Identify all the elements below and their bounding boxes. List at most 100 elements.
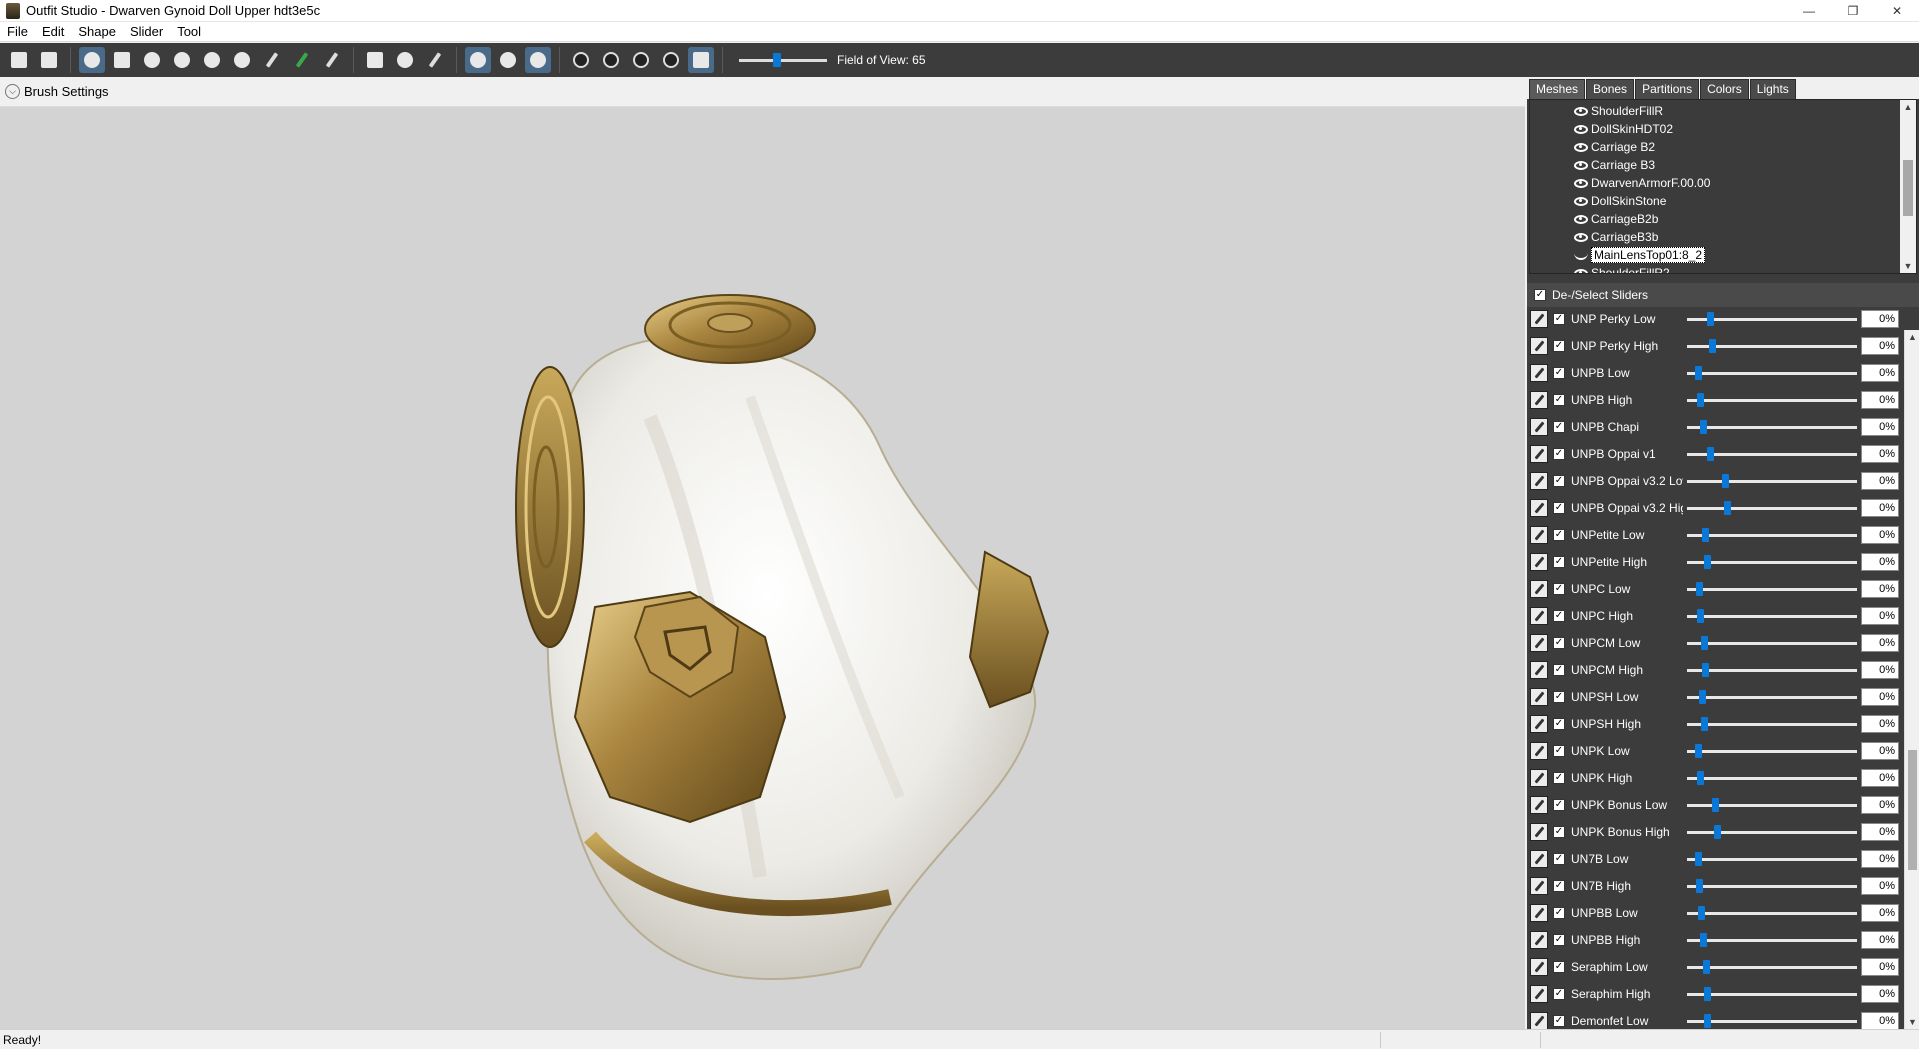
slider-knob[interactable] [1704,987,1711,1001]
mesh-tree-item[interactable]: Carriage B3 [1574,156,1655,174]
mesh-tree-item[interactable]: ShoulderFillR2 [1574,264,1670,273]
slider-checkbox[interactable]: ✓ [1553,610,1565,622]
slider-edit-pencil-icon[interactable] [1530,580,1548,598]
slider-edit-pencil-icon[interactable] [1530,1012,1548,1029]
slider-edit-pencil-icon[interactable] [1530,715,1548,733]
slider-checkbox[interactable]: ✓ [1553,907,1565,919]
slider-track[interactable] [1687,661,1857,679]
slider-edit-pencil-icon[interactable] [1530,472,1548,490]
slider-value-field[interactable]: 0% [1861,634,1899,652]
slider-value-field[interactable]: 0% [1861,985,1899,1003]
slider-value-field[interactable]: 0% [1861,796,1899,814]
mesh-tree-item[interactable]: Carriage B2 [1574,138,1655,156]
slider-checkbox[interactable]: ✓ [1553,421,1565,433]
slider-edit-pencil-icon[interactable] [1530,742,1548,760]
slider-value-field[interactable]: 0% [1861,499,1899,517]
slider-track[interactable] [1687,445,1857,463]
mesh-tree-scroll-thumb[interactable] [1903,160,1913,216]
slider-track[interactable] [1687,715,1857,733]
color-brush-icon[interactable] [259,47,285,73]
slider-checkbox[interactable]: ✓ [1553,880,1565,892]
view-left-icon[interactable] [628,47,654,73]
slider-edit-pencil-icon[interactable] [1530,553,1548,571]
slider-knob[interactable] [1714,825,1721,839]
mesh-model-render[interactable] [500,277,1060,997]
alpha-brush-icon[interactable] [289,47,315,73]
slider-knob[interactable] [1695,744,1702,758]
slider-knob[interactable] [1709,339,1716,353]
slider-knob[interactable] [1724,501,1731,515]
slider-checkbox[interactable]: ✓ [1553,340,1565,352]
slider-checkbox[interactable]: ✓ [1553,745,1565,757]
slider-track[interactable] [1687,418,1857,436]
slider-checkbox[interactable]: ✓ [1553,475,1565,487]
view-back-icon[interactable] [598,47,624,73]
slider-knob[interactable] [1698,906,1705,920]
slider-checkbox[interactable]: ✓ [1553,394,1565,406]
slider-track[interactable] [1687,958,1857,976]
slider-track[interactable] [1687,472,1857,490]
scroll-up-icon[interactable]: ▲ [1900,100,1916,114]
tab-meshes[interactable]: Meshes [1529,79,1586,99]
eye-icon[interactable] [1574,106,1588,116]
slider-knob[interactable] [1696,879,1703,893]
slider-checkbox[interactable]: ✓ [1553,313,1565,325]
slider-checkbox[interactable]: ✓ [1553,853,1565,865]
slider-value-field[interactable]: 0% [1861,364,1899,382]
slider-track[interactable] [1687,985,1857,1003]
slider-edit-pencil-icon[interactable] [1530,688,1548,706]
slider-track[interactable] [1687,580,1857,598]
slider-value-field[interactable]: 0% [1861,391,1899,409]
menu-slider[interactable]: Slider [123,24,170,39]
eye-icon[interactable] [1574,142,1588,152]
slider-checkbox[interactable]: ✓ [1553,934,1565,946]
eye-icon[interactable] [1574,160,1588,170]
fov-slider[interactable] [739,47,827,73]
slider-value-field[interactable]: 0% [1861,823,1899,841]
slider-knob[interactable] [1696,582,1703,596]
mesh-tree-item[interactable]: CarriageB2b [1574,210,1658,228]
slider-value-field[interactable]: 0% [1861,553,1899,571]
tab-lights[interactable]: Lights [1749,79,1796,99]
slider-knob[interactable] [1722,474,1729,488]
perspective-toggle-icon[interactable] [688,47,714,73]
select-brush-icon[interactable] [79,47,105,73]
slider-knob[interactable] [1695,852,1702,866]
connected-only-icon[interactable] [495,47,521,73]
slider-knob[interactable] [1697,771,1704,785]
slider-checkbox[interactable]: ✓ [1553,529,1565,541]
slider-knob[interactable] [1707,312,1714,326]
slider-edit-pencil-icon[interactable] [1530,904,1548,922]
slider-checkbox[interactable]: ✓ [1553,988,1565,1000]
select-all-sliders-checkbox[interactable]: ✓ [1534,289,1546,301]
vertex-edit-icon[interactable] [422,47,448,73]
slider-knob[interactable] [1702,663,1709,677]
slider-checkbox[interactable]: ✓ [1553,664,1565,676]
restore-button[interactable]: ❐ [1831,0,1875,22]
slider-edit-pencil-icon[interactable] [1530,985,1548,1003]
mesh-tree-item[interactable]: ShoulderFillR [1574,102,1663,120]
slider-value-field[interactable]: 0% [1861,310,1899,328]
slider-edit-pencil-icon[interactable] [1530,931,1548,949]
slider-edit-pencil-icon[interactable] [1530,310,1548,328]
slider-knob[interactable] [1699,690,1706,704]
slider-checkbox[interactable]: ✓ [1553,718,1565,730]
slider-knob[interactable] [1697,609,1704,623]
slider-checkbox[interactable]: ✓ [1553,1015,1565,1027]
mesh-tree-item[interactable]: DollSkinStone [1574,192,1666,210]
slider-edit-pencil-icon[interactable] [1530,607,1548,625]
3d-viewport[interactable]: ⌵ Brush Settings [0,77,1525,1029]
slider-value-field[interactable]: 0% [1861,850,1899,868]
view-right-icon[interactable] [658,47,684,73]
slider-knob[interactable] [1701,717,1708,731]
smooth-brush-icon[interactable] [229,47,255,73]
slider-value-field[interactable]: 0% [1861,688,1899,706]
menu-edit[interactable]: Edit [35,24,71,39]
slider-checkbox[interactable]: ✓ [1553,556,1565,568]
slider-edit-pencil-icon[interactable] [1530,796,1548,814]
tab-colors[interactable]: Colors [1700,79,1749,99]
mesh-tree-item[interactable]: MainLensTop01:8_2 [1574,246,1706,264]
slider-edit-pencil-icon[interactable] [1530,877,1548,895]
slider-knob[interactable] [1704,555,1711,569]
slider-track[interactable] [1687,877,1857,895]
